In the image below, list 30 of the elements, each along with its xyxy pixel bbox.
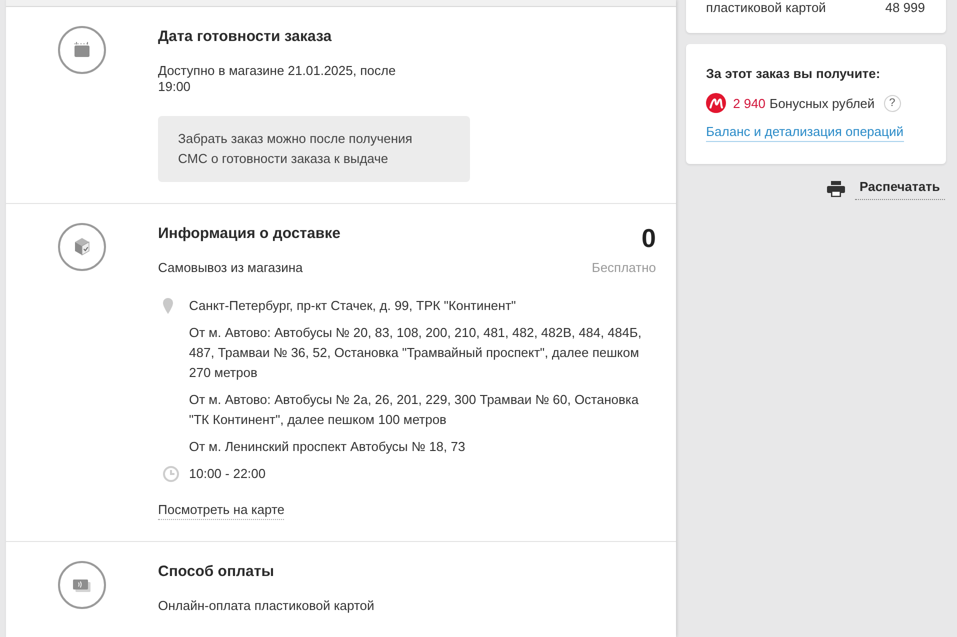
clock-icon (163, 466, 179, 482)
location-pin-icon (163, 298, 173, 314)
print-button[interactable]: Распечатать (854, 177, 945, 200)
directions-text: От м. Автово: Автобусы № 20, 83, 108, 200, 210, 481, 482, 482В, 484, 484Б, 487, Трамваи № 36, 52, Остановка "Трамвайный проспект", далее пешком 270 метров (189, 324, 643, 382)
payment-label: пластиковой картой (706, 0, 826, 16)
payment-card-icon (58, 561, 106, 609)
bonus-logo-icon (706, 93, 726, 113)
operations-link[interactable]: Баланс и детализация операций (706, 123, 904, 142)
map-link[interactable]: Посмотреть на карте (158, 500, 284, 520)
payment-method-text: Онлайн-оплата пластиковой картой (158, 598, 376, 614)
directions-text: От м. Ленинский проспект Автобусы № 18, 73 (189, 438, 466, 456)
section-title: Дата готовности заказа (158, 27, 333, 47)
section-title: Способ оплаты (158, 562, 276, 582)
bonus-amount: 2 940 (733, 96, 766, 110)
delivery-method-text: Самовывоз из магазина (158, 260, 304, 276)
directions-text: От м. Автово: Автобусы № 2а, 26, 201, 229, 300 Трамваи № 60, Остановка "ТК Континент", далее пешком 100 метров (189, 391, 640, 429)
info-note: Забрать заказ можно после получения СМС о готовности заказа к выдаче (158, 116, 470, 182)
bonus-title: За этот заказ вы получите: (706, 65, 882, 83)
delivery-price: 0 (640, 223, 656, 253)
bonus-label: Бонусных рублей (770, 96, 875, 110)
price-note: Бесплатно (592, 260, 656, 276)
section-title: Информация о доставке (158, 224, 340, 244)
package-icon (58, 223, 106, 271)
opening-hours-text: 10:00 - 22:00 (189, 465, 267, 483)
address-text: Санкт-Петербург, пр-кт Стачек, д. 99, ТРК "Континент" (189, 297, 517, 315)
order-amount: 48 999 (885, 0, 925, 16)
help-button[interactable]: ? (884, 94, 901, 112)
availability-text: Доступно в магазине 21.01.2025, после 19:00 (158, 63, 397, 95)
printer-icon (826, 180, 845, 196)
calendar-icon (58, 26, 106, 74)
